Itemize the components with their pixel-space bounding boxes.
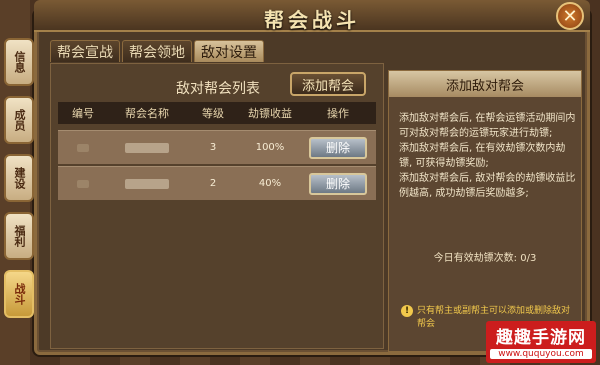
- tab-bar: 帮会宣战 帮会领地 敌对设置: [50, 40, 264, 62]
- side-tab-label: 成员: [13, 109, 26, 131]
- warning-icon: !: [401, 305, 413, 317]
- desc-line: 添加敌对帮会后, 敌对帮会的劫镖收益比例越高, 成功劫镖后奖励越多;: [399, 173, 576, 199]
- daily-rob-count: 今日有效劫镖次数: 0/3: [433, 253, 537, 264]
- table-row: 3 100% 删除: [58, 130, 376, 164]
- side-tab-info[interactable]: 信息: [4, 38, 34, 86]
- row-level: 3: [209, 142, 217, 153]
- side-tab-build[interactable]: 建设: [4, 154, 34, 202]
- watermark-main: 趣趣手游网: [496, 328, 586, 348]
- blurred-id: [77, 143, 89, 152]
- column-header-action: 操作: [327, 107, 349, 120]
- column-header-id: 编号: [72, 107, 94, 120]
- column-header-level: 等级: [202, 107, 224, 120]
- blurred-guild-name: [125, 178, 169, 189]
- side-tab-label: 战斗: [13, 283, 26, 305]
- column-header-name: 帮会名称: [125, 107, 169, 120]
- tab-declare-war[interactable]: 帮会宣战: [50, 40, 120, 62]
- blurred-id: [77, 179, 89, 188]
- blurred-guild-name: [125, 142, 169, 153]
- delete-button[interactable]: 删除: [309, 172, 367, 195]
- add-guild-button[interactable]: 添加帮会: [290, 72, 366, 96]
- row-income: 40%: [258, 178, 282, 189]
- add-enemy-title: 添加敌对帮会: [389, 71, 581, 97]
- side-tab-welfare[interactable]: 福利: [4, 212, 34, 260]
- title-bar: 帮会战斗 ✕: [34, 0, 590, 32]
- tab-enemy-settings[interactable]: 敌对设置: [194, 40, 264, 62]
- add-enemy-panel: 添加敌对帮会 添加敌对帮会后, 在帮会运镖活动期间内可对敌对帮会的运镖玩家进行劫…: [388, 70, 582, 352]
- side-tab-members[interactable]: 成员: [4, 96, 34, 144]
- desc-line: 添加敌对帮会后, 在帮会运镖活动期间内可对敌对帮会的运镖玩家进行劫镖;: [399, 113, 576, 139]
- delete-button[interactable]: 删除: [309, 136, 367, 159]
- side-tab-label: 福利: [13, 225, 26, 247]
- desc-line: 添加敌对帮会后, 在有效劫镖次数内劫镖, 可获得劫镖奖励;: [399, 143, 566, 169]
- side-tab-label: 信息: [13, 51, 26, 73]
- tab-territory[interactable]: 帮会领地: [122, 40, 192, 62]
- window-title: 帮会战斗: [264, 8, 360, 32]
- enemy-list-title: 敌对帮会列表: [176, 81, 260, 97]
- side-tab-battle[interactable]: 战斗: [4, 270, 34, 318]
- watermark-logo: 趣趣手游网 www.ququyou.com: [486, 321, 596, 363]
- table-header: 编号 帮会名称 等级 劫镖收益 操作: [58, 102, 376, 124]
- close-icon[interactable]: ✕: [556, 2, 584, 30]
- table-row: 2 40% 删除: [58, 166, 376, 200]
- row-level: 2: [209, 178, 217, 189]
- add-enemy-description: 添加敌对帮会后, 在帮会运镖活动期间内可对敌对帮会的运镖玩家进行劫镖; 添加敌对…: [399, 111, 577, 201]
- side-tab-label: 建设: [13, 167, 26, 189]
- column-header-income: 劫镖收益: [248, 107, 292, 120]
- row-income: 100%: [255, 142, 285, 153]
- watermark-url: www.ququyou.com: [490, 349, 592, 359]
